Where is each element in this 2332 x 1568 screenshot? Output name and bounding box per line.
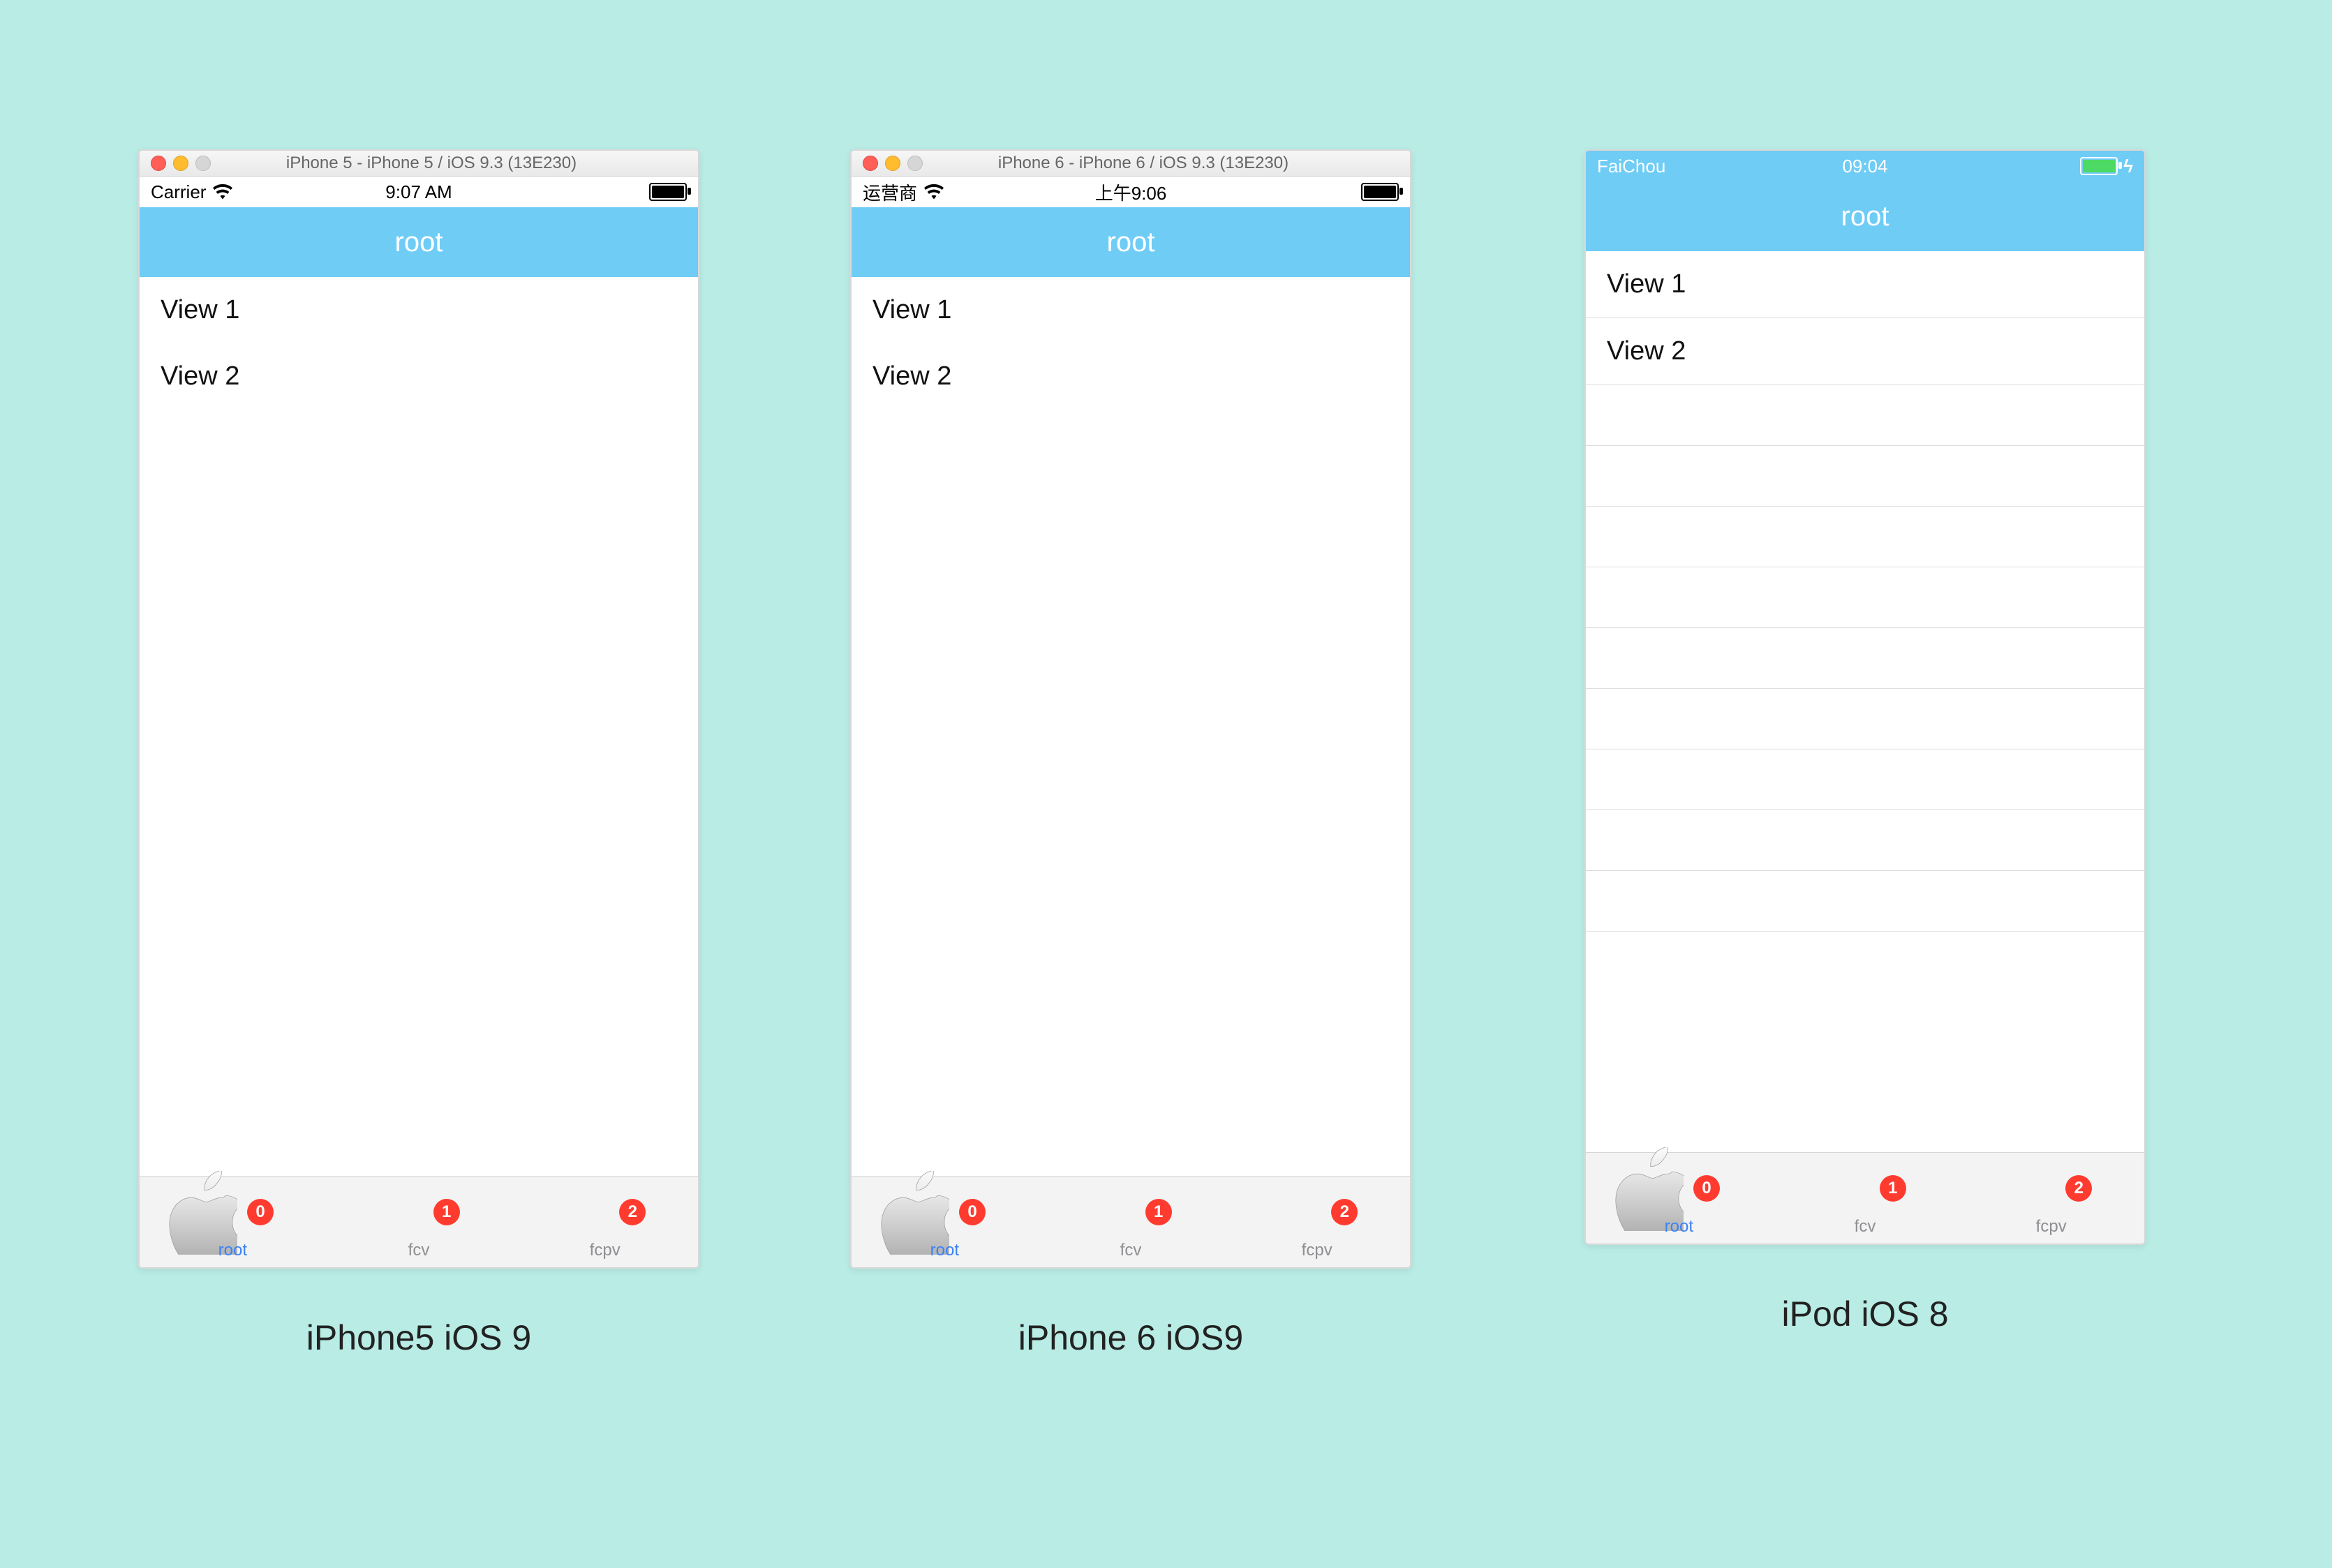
nav-title: root [1841,201,1889,232]
nav-bar: root [1586,181,2144,251]
table-row[interactable]: View 2 [1586,318,2144,385]
nav-title: root [1107,227,1155,258]
content-area: View 1View 2 [140,277,698,1176]
battery-icon [1361,183,1399,201]
tab-label: fcv [408,1241,430,1260]
close-icon[interactable] [863,156,878,171]
table-row[interactable]: View 2 [852,343,1410,410]
tab-label: fcv [1120,1241,1142,1260]
content-area: View 1View 2 [1586,251,2144,1152]
tab-label: fcpv [2036,1217,2067,1237]
status-time: 09:04 [1586,156,2144,177]
battery-icon [2080,157,2118,175]
empty-row [1586,689,2144,749]
empty-row [1586,810,2144,871]
mac-titlebar: iPhone 5 - iPhone 5 / iOS 9.3 (13E230) [140,151,698,177]
tab-fcpv[interactable]: 2 fcpv [1958,1217,2144,1237]
tab-badge: 0 [959,1199,986,1225]
table-row[interactable]: View 1 [1586,251,2144,318]
tab-fcv[interactable]: 1 fcv [326,1241,512,1260]
device-caption: iPhone 6 iOS9 [1018,1317,1243,1358]
tab-badge: 2 [619,1199,646,1225]
table-row[interactable]: View 1 [852,277,1410,343]
tab-fcpv[interactable]: 2 fcpv [1224,1241,1410,1260]
tab-badge: 1 [1880,1175,1906,1202]
tab-fcv[interactable]: 1 fcv [1038,1241,1224,1260]
empty-row [1586,749,2144,810]
empty-row [1586,871,2144,932]
tab-label: fcpv [590,1241,621,1260]
tab-label: fcv [1855,1217,1876,1237]
tab-root[interactable]: 0 root [852,1241,1038,1260]
tab-root[interactable]: 0 root [140,1241,326,1260]
zoom-icon[interactable] [195,156,211,171]
nav-title: root [395,227,443,258]
tab-badge: 2 [1331,1199,1358,1225]
simulator-window-1: iPhone 6 - iPhone 6 / iOS 9.3 (13E230) 运… [850,149,1411,1269]
device-caption: iPhone5 iOS 9 [306,1317,531,1358]
status-bar: FaiChou 09:04 ϟ [1586,151,2144,181]
tab-root[interactable]: 0 root [1586,1217,1772,1237]
minimize-icon[interactable] [173,156,188,171]
status-bar: Carrier 9:07 AM [140,177,698,207]
tab-badge: 1 [433,1199,460,1225]
tab-badge: 2 [2065,1175,2092,1202]
table-row[interactable]: View 1 [140,277,698,343]
tab-badge: 1 [1145,1199,1172,1225]
minimize-icon[interactable] [885,156,900,171]
window-title: iPhone 6 - iPhone 6 / iOS 9.3 (13E230) [930,154,1399,173]
status-time: 9:07 AM [140,181,698,203]
nav-bar: root [140,207,698,277]
zoom-icon[interactable] [907,156,923,171]
empty-row [1586,385,2144,446]
tab-label: fcpv [1302,1241,1332,1260]
empty-row [1586,567,2144,628]
status-time: 上午9:06 [852,179,1410,205]
tab-fcpv[interactable]: 2 fcpv [512,1241,698,1260]
tab-badge: 0 [1693,1175,1720,1202]
simulator-window-2: FaiChou 09:04 ϟ root View 1View 2 0 root … [1584,149,2146,1245]
tab-label: root [1665,1217,1693,1237]
tab-fcv[interactable]: 1 fcv [1772,1217,1959,1237]
device-caption: iPod iOS 8 [1781,1294,1948,1334]
status-bar: 运营商 上午9:06 [852,177,1410,207]
tab-bar: 0 root 1 fcv 2 fcpv [852,1176,1410,1267]
tab-label: root [218,1241,247,1260]
close-icon[interactable] [151,156,166,171]
traffic-lights[interactable] [151,156,211,171]
mac-titlebar: iPhone 6 - iPhone 6 / iOS 9.3 (13E230) [852,151,1410,177]
empty-row [1586,507,2144,567]
window-title: iPhone 5 - iPhone 5 / iOS 9.3 (13E230) [218,154,687,173]
tab-badge: 0 [247,1199,274,1225]
content-area: View 1View 2 [852,277,1410,1176]
empty-row [1586,446,2144,507]
tab-bar: 0 root 1 fcv 2 fcpv [140,1176,698,1267]
simulator-window-0: iPhone 5 - iPhone 5 / iOS 9.3 (13E230) C… [138,149,699,1269]
tab-label: root [930,1241,959,1260]
empty-row [1586,628,2144,689]
nav-bar: root [852,207,1410,277]
table-row[interactable]: View 2 [140,343,698,410]
tab-bar: 0 root 1 fcv 2 fcpv [1586,1152,2144,1244]
battery-icon [649,183,687,201]
traffic-lights[interactable] [863,156,923,171]
